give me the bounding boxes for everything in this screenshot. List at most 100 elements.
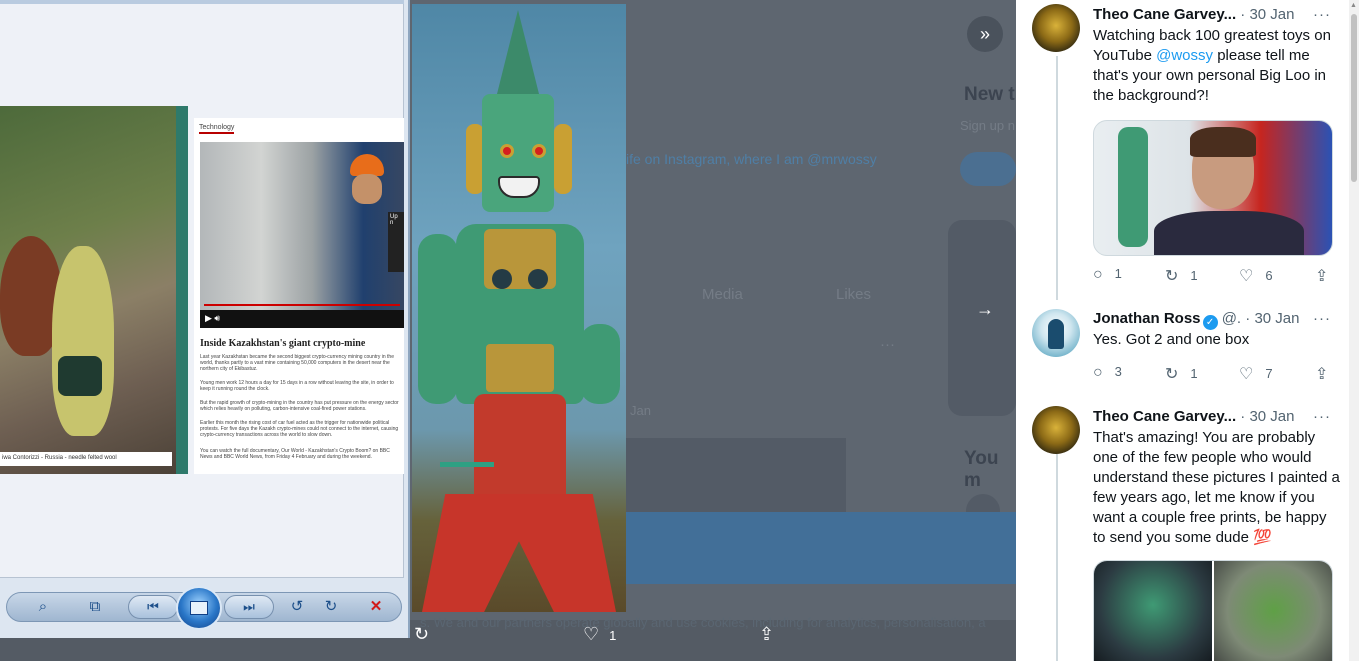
avatar[interactable]: [1032, 406, 1080, 454]
worker-helmet: [350, 154, 384, 176]
previous-image-button[interactable]: ⏮: [128, 595, 178, 619]
like-icon: ♡: [583, 624, 600, 644]
tweet-text: That's amazing! You are probably one of …: [1093, 429, 1340, 546]
tweet-text: Watching back 100 greatest toys on YouTu…: [1093, 27, 1331, 104]
tweet-actions: ○ 1 ↻ 1 ♡ 6 ⇪: [1093, 266, 1333, 286]
photo-viewer-window: iwa Contorizzi - Russia - needle felted …: [0, 0, 410, 638]
replies-column: Theo Cane Garvey... · 30 Jan ··· Watchin…: [1016, 0, 1349, 661]
reply-button[interactable]: ○ 3: [1093, 364, 1122, 382]
reply-button[interactable]: ○ 1: [1093, 266, 1122, 284]
retweet-button[interactable]: ↻ 1: [1165, 266, 1198, 286]
tweet-actions: ○ 3 ↻ 1 ♡ 7 ⇪: [1093, 364, 1333, 384]
more-icon[interactable]: ···: [1313, 408, 1331, 425]
tweet-date[interactable]: · 30 Jan: [1240, 408, 1294, 425]
article-paragraph: But the rapid growth of crypto-mining in…: [200, 400, 399, 412]
scroll-up-icon[interactable]: ▲: [1350, 2, 1357, 9]
more-icon[interactable]: ···: [1313, 310, 1331, 327]
author-name[interactable]: Jonathan Ross: [1093, 310, 1201, 327]
ghost-more-icon: ···: [880, 336, 895, 353]
delete-icon[interactable]: ✕: [365, 597, 387, 617]
reply-tweet[interactable]: Jonathan Ross ✓ @. · 30 Jan ··· Yes. Got …: [1016, 306, 1349, 396]
ghost-tab-likes: Likes: [836, 286, 872, 303]
robot-nose-cone: [495, 10, 541, 102]
article-paragraph: Young men work 12 hours a day for 15 day…: [200, 380, 394, 392]
article-paragraph: Earlier this month the rising cost of ca…: [200, 420, 399, 438]
viewer-toolbar: ⌕ ⧉ ⏮ ⏭ ↺ ↻ ✕: [0, 586, 404, 630]
mention-link[interactable]: @wossy: [1156, 47, 1213, 64]
verified-badge-icon: ✓: [1202, 315, 1218, 330]
retweet-count: 1: [1190, 366, 1198, 381]
article-section-label: Technology: [199, 124, 235, 134]
ghost-date: Jan: [630, 403, 651, 418]
tweet-header: Theo Cane Garvey... · 30 Jan ···: [1093, 6, 1343, 26]
share-icon: ⇪: [1315, 366, 1329, 383]
rotate-counterclockwise-icon[interactable]: ↺: [286, 597, 308, 617]
worker-face: [352, 174, 382, 204]
painting-image[interactable]: [1214, 561, 1332, 661]
scrollbar-thumb[interactable]: [1351, 14, 1357, 182]
more-icon[interactable]: ···: [1313, 6, 1331, 23]
photo-viewer-canvas: iwa Contorizzi - Russia - needle felted …: [0, 0, 404, 578]
ghost-bio: ife on Instagram, where I am @mrwossy: [626, 151, 877, 167]
robot-toy-photo: [412, 4, 626, 612]
retweet-icon[interactable]: ↻: [414, 624, 429, 645]
next-image-button[interactable]: ⏭: [224, 595, 274, 619]
reply-icon: ○: [1093, 364, 1103, 381]
tweet-text: Yes. Got 2 and one box: [1093, 331, 1250, 348]
news-article-snippet: Technology Up n ▶ 🔊︎ Inside Kazakhstan's…: [194, 118, 404, 474]
video-up-next-badge: Up n: [388, 212, 404, 272]
author-name[interactable]: Theo Cane Garvey...: [1093, 6, 1236, 23]
ghost-signup-button: [960, 152, 1016, 186]
scrollbar[interactable]: ▲: [1349, 0, 1359, 661]
author-handle[interactable]: @.: [1222, 310, 1241, 327]
ghost-cookie-notice: s. We and our partners operate globally …: [420, 615, 986, 630]
like-icon: ♡: [1239, 366, 1254, 383]
slideshow-icon: [190, 601, 208, 615]
ghost-you-might-heading: You m: [964, 448, 999, 491]
tweet-header: Jonathan Ross ✓ @. · 30 Jan ···: [1093, 310, 1343, 330]
robot-mouth: [498, 176, 540, 198]
painting-image[interactable]: [1094, 561, 1212, 661]
author-name[interactable]: Theo Cane Garvey...: [1093, 408, 1236, 425]
article-video[interactable]: Up n ▶ 🔊︎: [200, 142, 404, 328]
next-media-icon[interactable]: →: [967, 291, 1003, 327]
tweet-date[interactable]: · 30 Jan: [1245, 310, 1299, 327]
like-count: 6: [1265, 268, 1273, 283]
share-icon[interactable]: ⇪: [759, 624, 774, 645]
article-paragraph: You can watch the full documentary, Our …: [200, 448, 390, 460]
like-icon: ♡: [1239, 268, 1254, 285]
reply-tweet[interactable]: Theo Cane Garvey... · 30 Jan ··· Watchin…: [1016, 2, 1349, 302]
retweet-count: 1: [1190, 268, 1198, 283]
retweet-button[interactable]: ↻ 1: [1165, 364, 1198, 384]
video-controls: [200, 310, 404, 328]
like-button[interactable]: ♡ 7: [1239, 364, 1273, 384]
tweet-header: Theo Cane Garvey... · 30 Jan ···: [1093, 408, 1343, 428]
article-headline: Inside Kazakhstan's giant crypto-mine: [200, 338, 366, 349]
like-action[interactable]: ♡ 1: [583, 624, 616, 645]
tweet-image[interactable]: [1093, 120, 1333, 256]
felted-handbag: [58, 356, 102, 396]
tweet-date[interactable]: · 30 Jan: [1240, 6, 1294, 23]
avatar[interactable]: [1032, 309, 1080, 357]
share-button[interactable]: ⇪: [1315, 364, 1340, 384]
robot-eye: [532, 144, 546, 158]
tweet-image-grid[interactable]: [1093, 560, 1333, 661]
zoom-icon[interactable]: ⌕: [26, 597, 60, 617]
ghost-tab-media: Media: [702, 286, 743, 303]
rotate-clockwise-icon[interactable]: ↻: [320, 597, 342, 617]
viewer-top-border: [0, 0, 404, 4]
desktop-screen: New t Sign up n ife on Instagram, where …: [0, 0, 1359, 661]
share-button[interactable]: ⇪: [1315, 266, 1340, 286]
actual-size-icon[interactable]: ⧉: [84, 597, 106, 617]
retweet-icon: ↻: [1165, 268, 1179, 285]
slideshow-button[interactable]: [176, 586, 222, 630]
video-progress-bar[interactable]: [204, 304, 400, 306]
avatar[interactable]: [1032, 4, 1080, 52]
felted-insects-image: iwa Contorizzi - Russia - needle felted …: [0, 106, 188, 474]
play-icon[interactable]: ▶ 🔊︎: [205, 313, 220, 324]
expand-icon[interactable]: »: [967, 16, 1003, 52]
share-icon: ⇪: [1315, 268, 1329, 285]
reply-count: 3: [1114, 364, 1122, 379]
ghost-media: [626, 438, 846, 518]
like-button[interactable]: ♡ 6: [1239, 266, 1273, 286]
